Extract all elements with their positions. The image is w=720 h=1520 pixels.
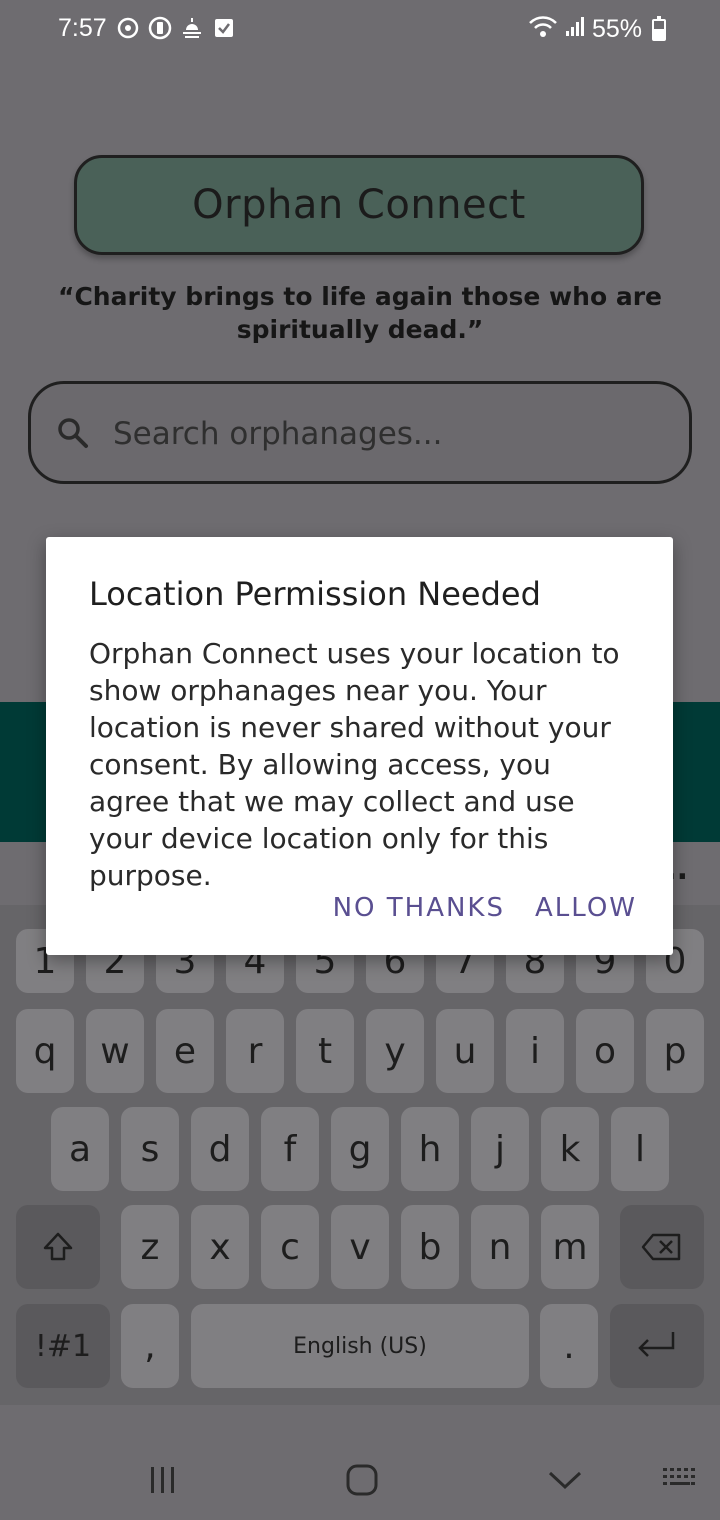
keyboard-icon: [663, 1468, 695, 1485]
key-g[interactable]: g: [331, 1107, 389, 1191]
period-key[interactable]: .: [540, 1304, 598, 1388]
key-u[interactable]: u: [436, 1009, 494, 1093]
key-r[interactable]: r: [226, 1009, 284, 1093]
key-f[interactable]: f: [261, 1107, 319, 1191]
battery-percent: 55%: [591, 15, 642, 43]
app-title: Orphan Connect: [192, 182, 526, 228]
chevron-down-icon: [548, 1471, 582, 1490]
key-p[interactable]: p: [646, 1009, 704, 1093]
key-k[interactable]: k: [541, 1107, 599, 1191]
home-button[interactable]: [342, 1460, 382, 1500]
key-t[interactable]: t: [296, 1009, 354, 1093]
shift-key[interactable]: [16, 1205, 100, 1289]
backspace-icon: [641, 1233, 681, 1261]
key-q[interactable]: q: [16, 1009, 74, 1093]
recent-apps-icon: [151, 1467, 174, 1493]
key-z[interactable]: z: [121, 1205, 179, 1289]
status-system-icons: 55%: [528, 14, 666, 45]
quote-text: “Charity brings to life again those who …: [58, 282, 662, 344]
no-thanks-button[interactable]: NO THANKS: [333, 893, 505, 923]
key-c[interactable]: c: [261, 1205, 319, 1289]
wifi-icon: [528, 14, 558, 45]
key-v[interactable]: v: [331, 1205, 389, 1289]
navigation-bar: [0, 1440, 720, 1520]
battery-icon: [652, 15, 666, 41]
status-bar: 7:57 55%: [0, 0, 720, 58]
status-time: 7:57: [58, 14, 107, 42]
enter-key[interactable]: [610, 1304, 704, 1388]
soft-keyboard: 1 2 3 4 5 6 7 8 9 0 q w e r t y u i o p …: [0, 905, 720, 1405]
backspace-key[interactable]: [620, 1205, 704, 1289]
key-w[interactable]: w: [86, 1009, 144, 1093]
key-o[interactable]: o: [576, 1009, 634, 1093]
checkbox-icon: [212, 16, 236, 40]
key-h[interactable]: h: [401, 1107, 459, 1191]
search-input[interactable]: Search orphanages...: [28, 381, 692, 484]
weather-icon: [180, 16, 204, 40]
key-i[interactable]: i: [506, 1009, 564, 1093]
comma-key[interactable]: ,: [121, 1304, 179, 1388]
sync-icon: [116, 16, 140, 40]
status-notification-icons: [116, 16, 236, 40]
dialog-title: Location Permission Needed: [89, 575, 541, 613]
allow-button[interactable]: ALLOW: [535, 893, 637, 923]
vibrate-icon: [148, 16, 172, 40]
recent-apps-button[interactable]: [142, 1460, 182, 1500]
home-icon: [346, 1464, 378, 1496]
key-b[interactable]: b: [401, 1205, 459, 1289]
keyboard-toggle-button[interactable]: [660, 1460, 700, 1500]
space-key[interactable]: English (US): [191, 1304, 529, 1388]
key-l[interactable]: l: [611, 1107, 669, 1191]
dialog-actions: NO THANKS ALLOW: [333, 893, 637, 923]
app-title-banner: Orphan Connect: [74, 155, 644, 255]
shift-icon: [43, 1232, 73, 1261]
back-button[interactable]: [545, 1460, 585, 1500]
search-placeholder: Search orphanages...: [113, 416, 443, 452]
symbols-key[interactable]: !#1: [16, 1304, 110, 1388]
dialog-message: Orphan Connect uses your location to sho…: [89, 637, 620, 892]
key-e[interactable]: e: [156, 1009, 214, 1093]
location-permission-dialog: Location Permission Needed Orphan Connec…: [46, 537, 673, 955]
enter-icon: [638, 1332, 675, 1357]
key-n[interactable]: n: [471, 1205, 529, 1289]
key-x[interactable]: x: [191, 1205, 249, 1289]
key-y[interactable]: y: [366, 1009, 424, 1093]
search-icon: [55, 415, 91, 451]
key-s[interactable]: s: [121, 1107, 179, 1191]
key-d[interactable]: d: [191, 1107, 249, 1191]
key-j[interactable]: j: [471, 1107, 529, 1191]
key-m[interactable]: m: [541, 1205, 599, 1289]
signal-icon: [564, 15, 586, 44]
key-a[interactable]: a: [51, 1107, 109, 1191]
